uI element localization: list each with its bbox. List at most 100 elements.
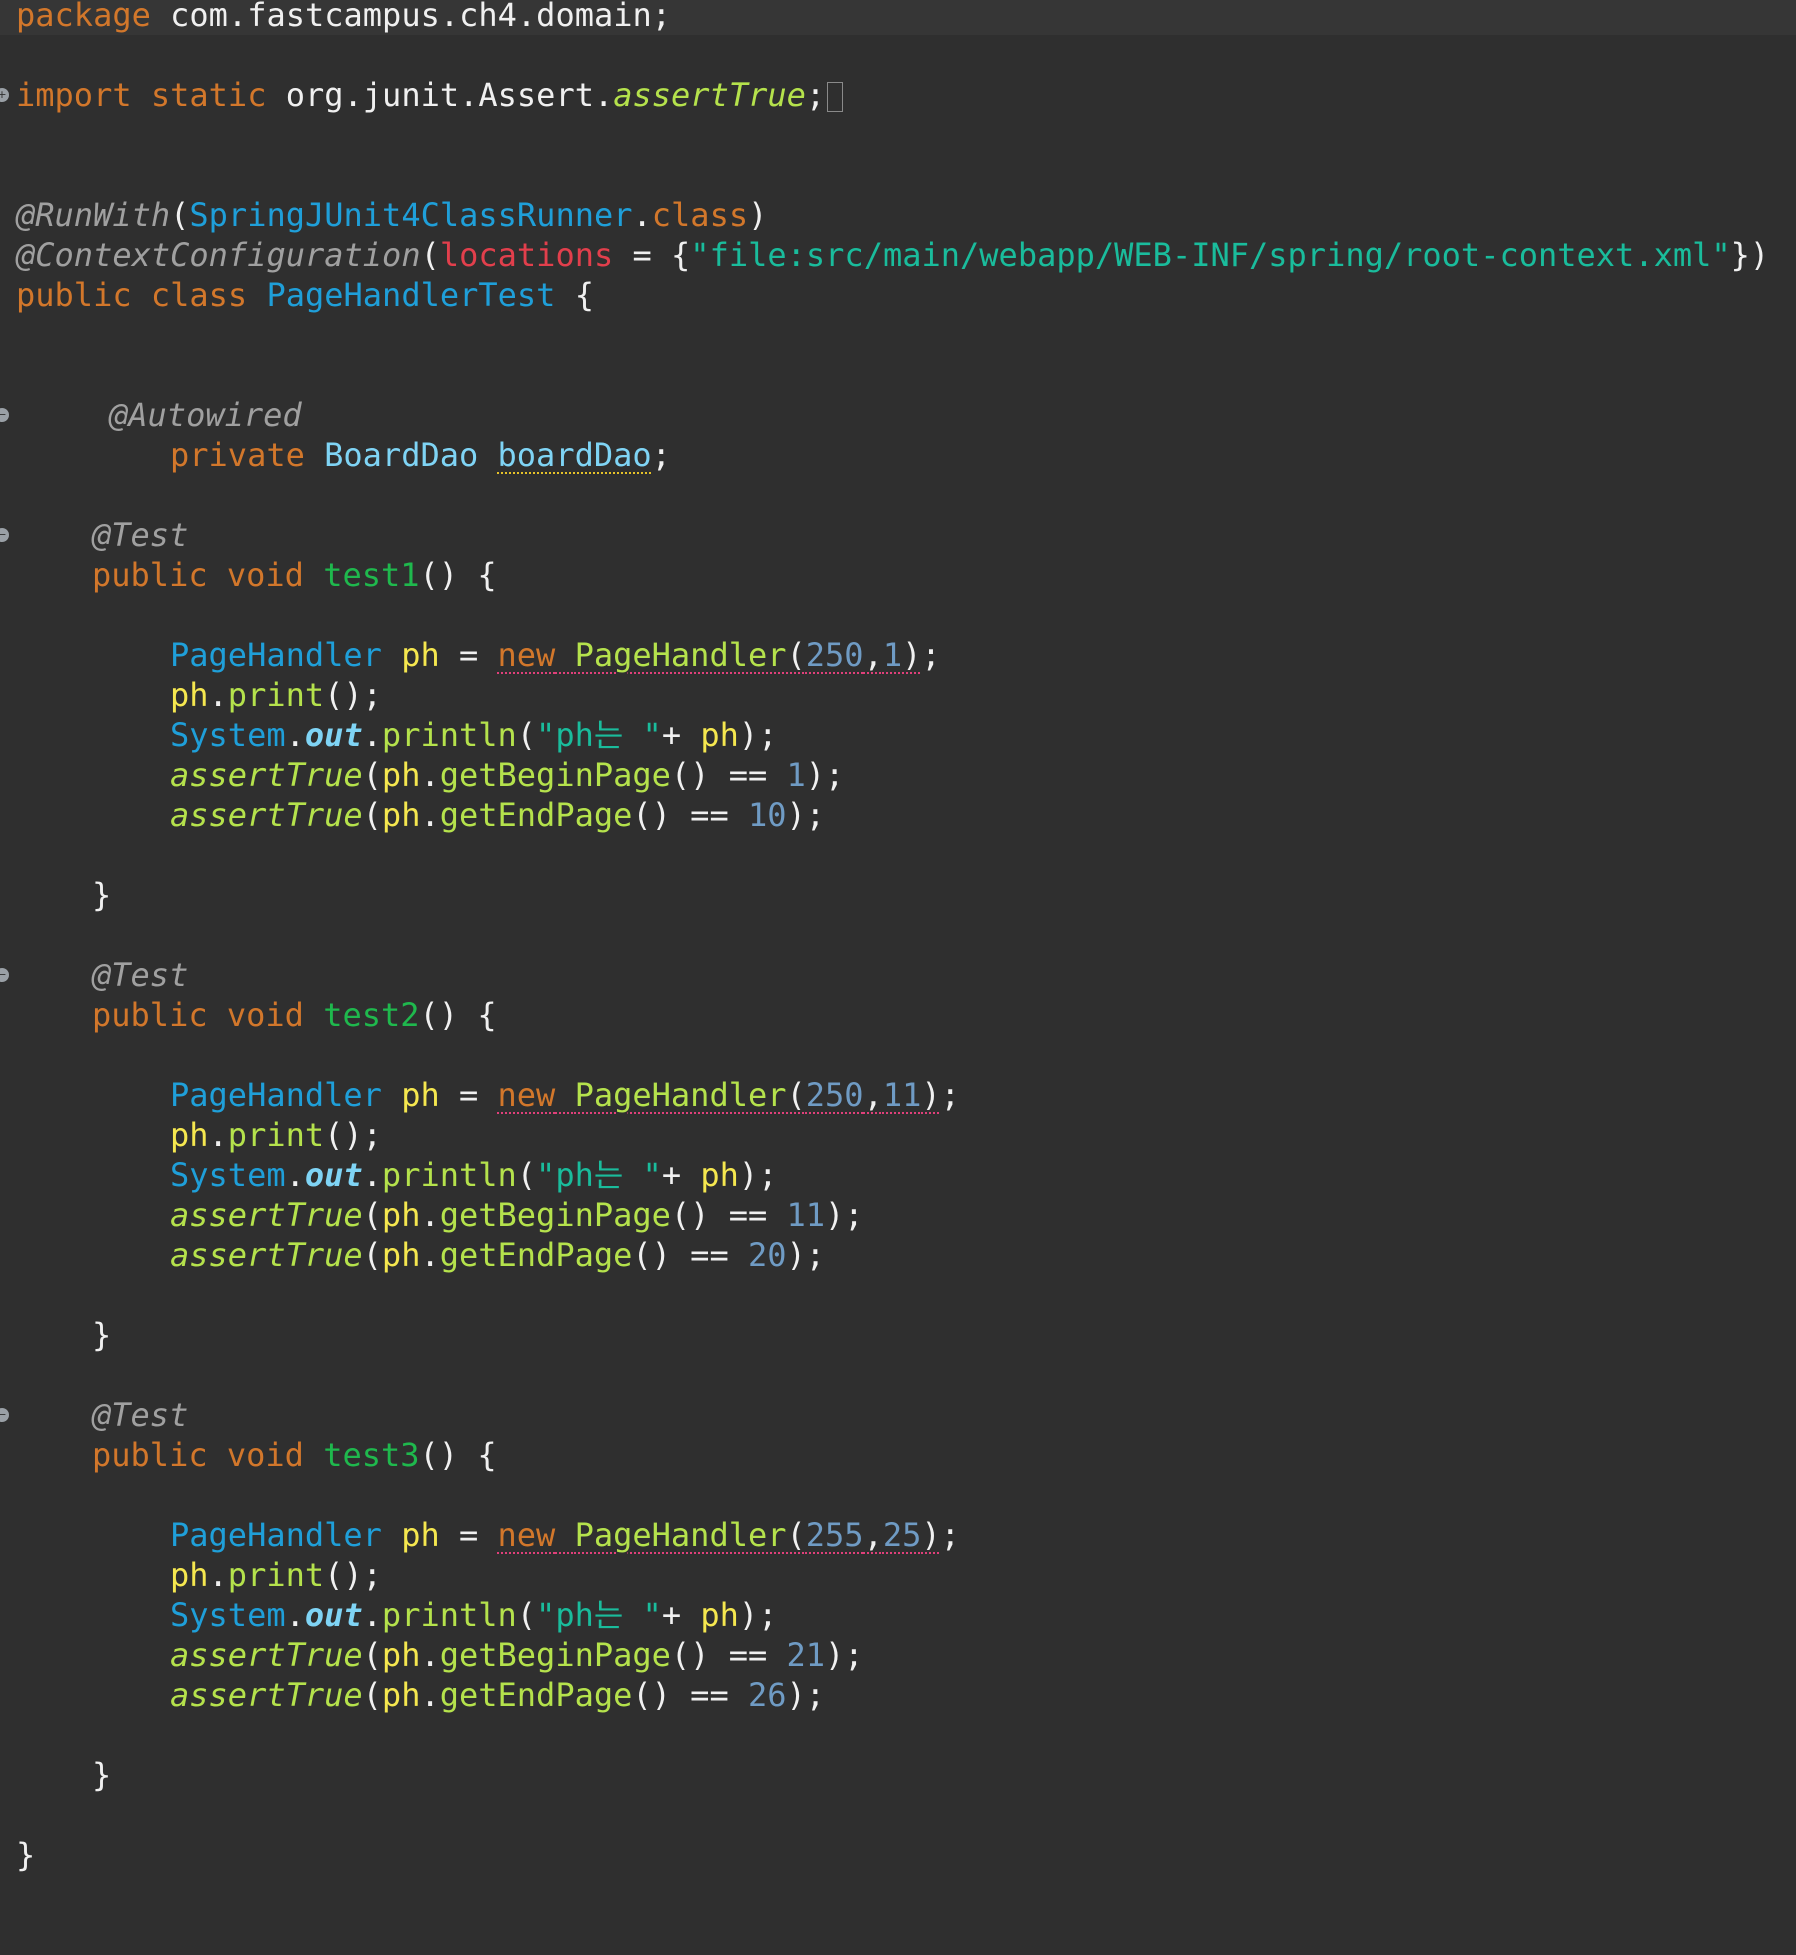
method-get-end-page: getEndPage bbox=[439, 796, 633, 834]
variable-ph: ph bbox=[381, 1636, 421, 1674]
message-string: "ph는 " bbox=[536, 1156, 662, 1194]
keyword-void: void bbox=[226, 1436, 304, 1474]
keyword-public: public bbox=[92, 556, 208, 594]
code-line-assert-end[interactable]: assertTrue(ph.getEndPage() == 10); bbox=[0, 795, 1796, 835]
code-line-method-close[interactable]: } bbox=[0, 1755, 1796, 1795]
code-line-test-annotation[interactable]: − @Test bbox=[0, 955, 1796, 995]
variable-ph: ph bbox=[170, 1556, 209, 1594]
code-line-autowired[interactable]: − @Autowired bbox=[0, 395, 1796, 435]
code-line-assert-begin[interactable]: assertTrue(ph.getBeginPage() == 11); bbox=[0, 1195, 1796, 1235]
assign: = bbox=[439, 1076, 498, 1114]
method-name: test1 bbox=[323, 556, 420, 594]
annotation-test: @Test bbox=[92, 1396, 189, 1434]
plus: + bbox=[661, 1156, 701, 1194]
comma: , bbox=[863, 1076, 883, 1114]
code-line-method-close[interactable]: } bbox=[0, 875, 1796, 915]
argument-total-count: 250 bbox=[805, 1076, 864, 1114]
assign: = bbox=[439, 1516, 498, 1554]
semicolon: ; bbox=[651, 0, 672, 34]
paren-close: ) bbox=[902, 636, 922, 674]
comma: , bbox=[863, 636, 883, 674]
code-line-println[interactable]: System.out.println("ph는 "+ ph); bbox=[0, 1155, 1796, 1195]
package-name: com.fastcampus.ch4.domain bbox=[170, 0, 652, 34]
variable-ph: ph bbox=[401, 636, 440, 674]
code-line-handler-instantiation[interactable]: PageHandler ph = new PageHandler(250,11)… bbox=[0, 1075, 1796, 1115]
code-line-runwith[interactable]: @RunWith(SpringJUnit4ClassRunner.class) bbox=[0, 195, 1796, 235]
argument-total-count: 250 bbox=[805, 636, 864, 674]
assign: = bbox=[439, 636, 498, 674]
handler-type: PageHandler bbox=[170, 1516, 382, 1554]
paren-close: ) bbox=[921, 1076, 941, 1114]
code-line-print-call[interactable]: ph.print(); bbox=[0, 1555, 1796, 1595]
folded-imports-icon[interactable] bbox=[827, 82, 844, 112]
code-line-class-declaration[interactable]: public class PageHandlerTest { bbox=[0, 275, 1796, 315]
method-print: print bbox=[227, 1116, 325, 1154]
code-line-print-call[interactable]: ph.print(); bbox=[0, 1115, 1796, 1155]
code-line-method-declaration[interactable]: public void test2() { bbox=[0, 995, 1796, 1035]
code-line-test-annotation[interactable]: − @Test bbox=[0, 1395, 1796, 1435]
code-editor[interactable]: package com.fastcampus.ch4.domain; + imp… bbox=[0, 0, 1796, 1914]
code-line-print-call[interactable]: ph.print(); bbox=[0, 675, 1796, 715]
variable-ph: ph bbox=[700, 1596, 739, 1634]
code-line-test-annotation[interactable]: − @Test bbox=[0, 515, 1796, 555]
code-line-package[interactable]: package com.fastcampus.ch4.domain; bbox=[0, 0, 1796, 35]
fold-marker-icon[interactable]: − bbox=[0, 1408, 9, 1422]
code-line-method-declaration[interactable]: public void test3() { bbox=[0, 1435, 1796, 1475]
code-line-assert-begin[interactable]: assertTrue(ph.getBeginPage() == 1); bbox=[0, 755, 1796, 795]
variable-ph: ph bbox=[401, 1516, 440, 1554]
method-print: print bbox=[227, 1556, 325, 1594]
fold-marker-icon[interactable]: − bbox=[0, 408, 9, 422]
code-line-println[interactable]: System.out.println("ph는 "+ ph); bbox=[0, 1595, 1796, 1635]
fold-marker-icon[interactable]: − bbox=[0, 968, 9, 982]
fold-marker-icon[interactable]: − bbox=[0, 528, 9, 542]
dot: . bbox=[285, 1596, 305, 1634]
code-line-handler-instantiation[interactable]: PageHandler ph = new PageHandler(250,1); bbox=[0, 635, 1796, 675]
attribute-locations: locations bbox=[439, 236, 614, 274]
variable-ph: ph bbox=[170, 1116, 209, 1154]
method-signature-end: () { bbox=[419, 556, 497, 594]
method-println: println bbox=[381, 716, 517, 754]
dot: . bbox=[208, 1116, 228, 1154]
code-line-method-close[interactable]: } bbox=[0, 1315, 1796, 1355]
code-line-println[interactable]: System.out.println("ph는 "+ ph); bbox=[0, 715, 1796, 755]
keyword-static: static bbox=[150, 76, 267, 114]
dot: . bbox=[420, 1196, 440, 1234]
code-line-handler-instantiation[interactable]: PageHandler ph = new PageHandler(255,25)… bbox=[0, 1515, 1796, 1555]
assert-call: assertTrue bbox=[170, 1676, 363, 1714]
field-out: out bbox=[304, 716, 363, 754]
dot: . bbox=[285, 716, 305, 754]
compare: () == bbox=[632, 1676, 748, 1714]
paren-open: ( bbox=[362, 756, 382, 794]
variable-ph: ph bbox=[401, 1076, 440, 1114]
keyword-public: public bbox=[16, 276, 132, 314]
fold-marker-icon[interactable]: + bbox=[0, 88, 9, 102]
class-system: System bbox=[170, 1596, 286, 1634]
code-line-assert-end[interactable]: assertTrue(ph.getEndPage() == 20); bbox=[0, 1235, 1796, 1275]
keyword-class: class bbox=[651, 196, 749, 234]
import-method: assertTrue bbox=[613, 76, 806, 114]
brace-close: } bbox=[16, 1836, 36, 1874]
expected-begin-page: 1 bbox=[786, 756, 806, 794]
dot: . bbox=[420, 1636, 440, 1674]
dot: . bbox=[420, 1676, 440, 1714]
constructor-call: PageHandler bbox=[574, 1516, 787, 1554]
code-line-field[interactable]: private BoardDao boardDao; bbox=[0, 435, 1796, 475]
dot: . bbox=[420, 1236, 440, 1274]
code-line-assert-begin[interactable]: assertTrue(ph.getBeginPage() == 21); bbox=[0, 1635, 1796, 1675]
method-name: test2 bbox=[323, 996, 420, 1034]
keyword-void: void bbox=[226, 556, 304, 594]
argument-page: 1 bbox=[882, 636, 903, 674]
code-line-class-close[interactable]: } bbox=[0, 1835, 1796, 1875]
code-line-method-declaration[interactable]: public void test1() { bbox=[0, 555, 1796, 595]
paren-open: ( bbox=[170, 196, 190, 234]
variable-ph: ph bbox=[381, 1236, 421, 1274]
call-end: ); bbox=[738, 1156, 778, 1194]
code-line-context-configuration[interactable]: @ContextConfiguration(locations = {"file… bbox=[0, 235, 1796, 275]
keyword-new: new bbox=[497, 636, 556, 674]
call-end: ); bbox=[738, 1596, 778, 1634]
keyword-public: public bbox=[92, 1436, 208, 1474]
keyword-class: class bbox=[150, 276, 248, 314]
code-line-import[interactable]: + import static org.junit.Assert.assertT… bbox=[0, 75, 1796, 115]
code-line-assert-end[interactable]: assertTrue(ph.getEndPage() == 26); bbox=[0, 1675, 1796, 1715]
method-get-end-page: getEndPage bbox=[439, 1236, 633, 1274]
